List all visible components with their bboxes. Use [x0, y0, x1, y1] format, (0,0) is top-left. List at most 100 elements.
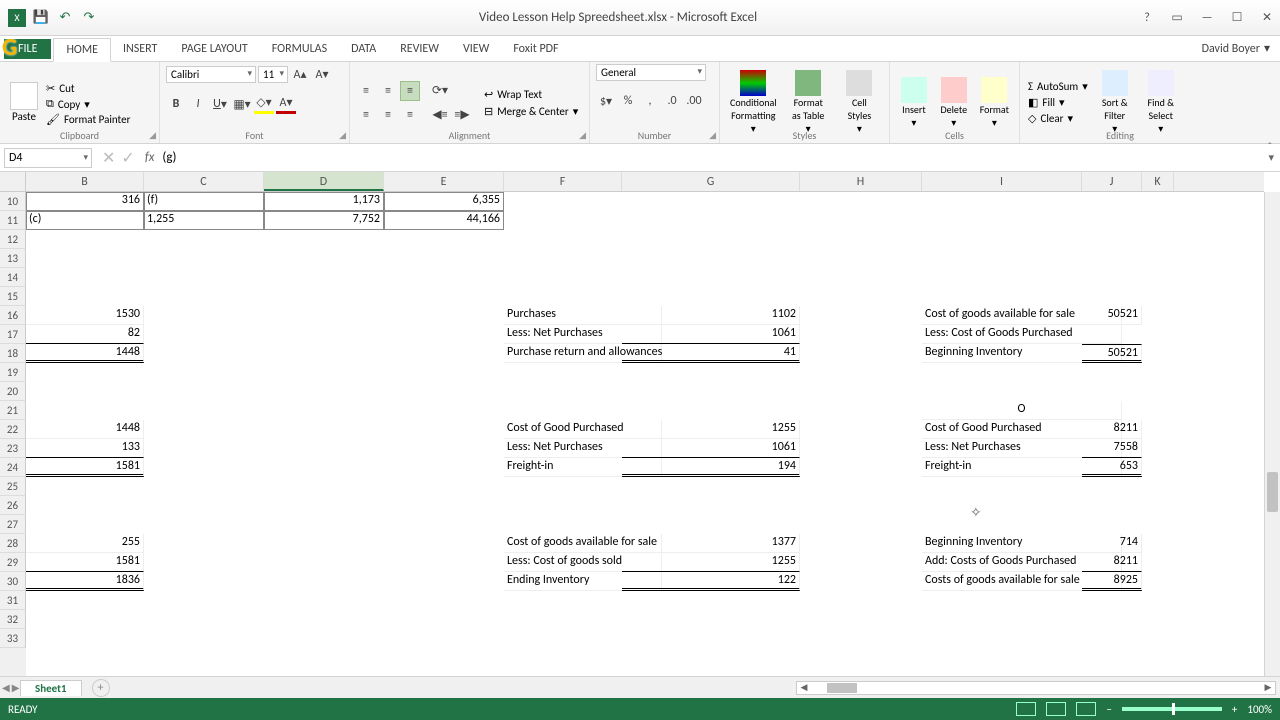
vertical-scrollbar[interactable]	[1264, 192, 1280, 676]
borders-button[interactable]: ▦▾	[232, 94, 252, 114]
cell-G17[interactable]: 1061	[622, 325, 800, 344]
clipboard-dlg-icon[interactable]: ◢	[149, 130, 156, 141]
cell-B28[interactable]: 255	[26, 534, 144, 553]
format-cells-button[interactable]: Format▾	[976, 75, 1013, 131]
row-header-17[interactable]: 17	[0, 325, 26, 344]
font-color-button[interactable]: A▾	[276, 94, 296, 114]
row-header-31[interactable]: 31	[0, 591, 26, 610]
col-header-K[interactable]: K	[1142, 172, 1174, 191]
cell-G22[interactable]: 1255	[622, 420, 800, 439]
inc-decimal-icon[interactable]: .0	[662, 91, 682, 111]
formula-input[interactable]: (g)	[158, 148, 1280, 167]
cell-G23[interactable]: 1061	[622, 439, 800, 458]
col-header-H[interactable]: H	[800, 172, 922, 191]
cell-B29[interactable]: 1581	[26, 553, 144, 572]
col-header-J[interactable]: J	[1082, 172, 1142, 191]
cell-G24[interactable]: 194	[622, 458, 800, 477]
format-as-table-button[interactable]: Format as Table▾	[785, 68, 832, 137]
row-header-22[interactable]: 22	[0, 420, 26, 439]
row-header-20[interactable]: 20	[0, 382, 26, 401]
enter-formula-icon[interactable]: ✓	[121, 148, 134, 168]
cell-G30[interactable]: 122	[622, 572, 800, 591]
col-header-I[interactable]: I	[922, 172, 1082, 191]
fill-button[interactable]: ◧Fill ▾	[1026, 95, 1090, 110]
row-header-19[interactable]: 19	[0, 363, 26, 382]
cell-G18[interactable]: 41	[622, 344, 800, 363]
cell-J28[interactable]: 714	[1082, 534, 1142, 553]
zoom-level[interactable]: 100%	[1247, 703, 1272, 716]
close-icon[interactable]: ✕	[1258, 9, 1276, 27]
prev-sheet-icon[interactable]: ◀	[2, 681, 10, 694]
align-middle-icon[interactable]: ≡	[378, 81, 398, 101]
undo-icon[interactable]: ↶	[56, 9, 74, 27]
col-header-E[interactable]: E	[384, 172, 504, 191]
cell-G16[interactable]: 1102	[622, 306, 800, 325]
autosum-button[interactable]: ΣAutoSum ▾	[1026, 79, 1090, 94]
fill-color-button[interactable]: ◇▾	[254, 94, 274, 114]
cut-button[interactable]: ✂Cut	[46, 82, 130, 95]
cell-J22[interactable]: 8211	[1082, 420, 1142, 439]
cell-G28[interactable]: 1377	[622, 534, 800, 553]
cell-I17[interactable]: Less: Cost of Goods Purchased	[922, 325, 1122, 344]
tab-formulas[interactable]: FORMULAS	[260, 38, 339, 60]
tab-view[interactable]: VIEW	[451, 38, 501, 60]
align-right-icon[interactable]: ≡	[400, 105, 420, 125]
sort-filter-button[interactable]: Sort & Filter▾	[1094, 68, 1136, 137]
cell-grid[interactable]: 316(f)1,1736,355(c)1,2557,75244,1661530P…	[26, 192, 1264, 676]
row-header-33[interactable]: 33	[0, 629, 26, 648]
row-header-13[interactable]: 13	[0, 249, 26, 268]
cell-B16[interactable]: 1530	[26, 306, 144, 325]
tab-foxit[interactable]: Foxit PDF	[501, 38, 570, 60]
italic-button[interactable]: I	[188, 94, 208, 114]
row-header-12[interactable]: 12	[0, 230, 26, 249]
tab-data[interactable]: DATA	[339, 38, 388, 60]
help-icon[interactable]: ?	[1138, 9, 1156, 27]
wrap-text-button[interactable]: ↩Wrap Text	[480, 87, 582, 102]
col-header-B[interactable]: B	[26, 172, 144, 191]
name-box[interactable]: D4	[4, 148, 92, 168]
find-select-button[interactable]: Find & Select▾	[1140, 68, 1182, 137]
row-header-11[interactable]: 11	[0, 211, 26, 230]
cell-J24[interactable]: 653	[1082, 458, 1142, 477]
currency-icon[interactable]: $▾	[596, 91, 616, 111]
sheet-tab-1[interactable]: Sheet1	[20, 680, 82, 696]
alignment-dlg-icon[interactable]: ◢	[579, 130, 586, 141]
redo-icon[interactable]: ↷	[80, 9, 98, 27]
file-tab[interactable]: G FILE	[4, 39, 51, 59]
page-layout-view-icon[interactable]	[1046, 702, 1066, 716]
row-header-23[interactable]: 23	[0, 439, 26, 458]
row-header-14[interactable]: 14	[0, 268, 26, 287]
col-header-C[interactable]: C	[144, 172, 264, 191]
clear-button[interactable]: ◇Clear ▾	[1026, 111, 1090, 126]
font-dlg-icon[interactable]: ◢	[339, 130, 346, 141]
row-header-26[interactable]: 26	[0, 496, 26, 515]
align-center-icon[interactable]: ≡	[378, 105, 398, 125]
conditional-formatting-button[interactable]: Conditional Formatting▾	[726, 68, 781, 137]
tab-page-layout[interactable]: PAGE LAYOUT	[169, 38, 259, 60]
dec-indent-icon[interactable]: ◀≡	[430, 105, 450, 125]
cell-C11[interactable]: 1,255	[144, 211, 264, 230]
dec-decimal-icon[interactable]: .00	[684, 91, 704, 111]
next-sheet-icon[interactable]: ▶	[12, 681, 20, 694]
expand-formula-icon[interactable]: ▾	[1268, 151, 1274, 164]
cell-B10[interactable]: 316	[26, 192, 144, 211]
cell-B24[interactable]: 1581	[26, 458, 144, 477]
bold-button[interactable]: B	[166, 94, 186, 114]
cell-J30[interactable]: 8925	[1082, 572, 1142, 591]
font-size-select[interactable]: 11	[258, 66, 288, 83]
maximize-icon[interactable]: ☐	[1228, 9, 1246, 27]
cell-I21[interactable]: O	[922, 401, 1122, 420]
page-break-view-icon[interactable]	[1076, 702, 1096, 716]
copy-button[interactable]: ⧉Copy ▾	[46, 97, 130, 111]
cell-J16[interactable]: 50521	[1082, 306, 1142, 325]
scroll-right-icon[interactable]: ▶	[1261, 682, 1275, 693]
column-headers[interactable]: BCDEFGHIJK	[26, 172, 1264, 192]
row-header-24[interactable]: 24	[0, 458, 26, 477]
cell-styles-button[interactable]: Cell Styles▾	[836, 68, 883, 137]
underline-button[interactable]: U▾	[210, 94, 230, 114]
row-header-18[interactable]: 18	[0, 344, 26, 363]
cell-G29[interactable]: 1255	[622, 553, 800, 572]
ribbon-opts-icon[interactable]: ▭	[1168, 9, 1186, 27]
minimize-icon[interactable]: —	[1198, 9, 1216, 27]
align-top-icon[interactable]: ≡	[356, 81, 376, 101]
